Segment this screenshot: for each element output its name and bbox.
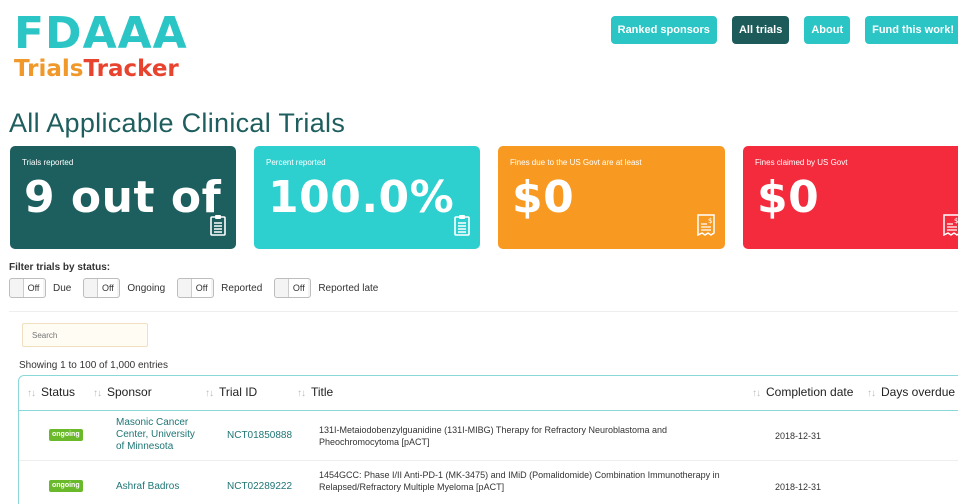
sort-icon: ↑↓ — [27, 388, 36, 399]
status-badge: ongoing — [49, 429, 83, 441]
column-header-trial-id[interactable]: ↑↓ Trial ID — [205, 385, 257, 399]
card-value: $0 — [512, 172, 575, 223]
column-header-title[interactable]: ↑↓ Title — [297, 385, 333, 399]
sort-icon: ↑↓ — [867, 388, 876, 399]
sponsor-link[interactable]: Ashraf Badros — [116, 481, 206, 493]
filter-due: Off Due — [9, 278, 71, 298]
reported-late-toggle[interactable]: Off — [274, 278, 312, 298]
svg-text:$: $ — [954, 217, 958, 225]
nav-fund-button[interactable]: Fund this work! — [865, 16, 958, 44]
trial-id-link[interactable]: NCT02289222 — [227, 481, 292, 492]
nav-about-button[interactable]: About — [804, 16, 851, 44]
card-value: $0 — [757, 172, 820, 223]
filter-label: Ongoing — [127, 282, 166, 294]
sort-icon: ↑↓ — [297, 388, 306, 399]
card-label: Fines due to the US Govt are at least — [510, 158, 642, 167]
logo-subtitle: TrialsTracker — [14, 56, 179, 82]
card-fines-due: Fines due to the US Govt are at least $0… — [498, 146, 725, 249]
filter-reported: Off Reported — [177, 278, 262, 298]
reported-toggle[interactable]: Off — [177, 278, 215, 298]
svg-text:$: $ — [708, 217, 712, 225]
logo-wordmark: FDAAA — [14, 8, 188, 59]
card-value: 100.0% — [268, 172, 455, 223]
card-percent-reported: Percent reported 100.0% — [254, 146, 480, 249]
due-toggle[interactable]: Off — [9, 278, 46, 298]
filter-ongoing: Off Ongoing — [83, 278, 165, 298]
table-row: ongoing Masonic Cancer Center, Universit… — [19, 411, 958, 461]
column-header-status[interactable]: ↑↓ Status — [27, 385, 75, 399]
divider — [9, 311, 958, 312]
card-label: Fines claimed by US Govt — [755, 158, 848, 167]
filter-label: Reported late — [318, 282, 379, 294]
nav-all-trials-button[interactable]: All trials — [731, 16, 790, 44]
sort-icon: ↑↓ — [93, 388, 102, 399]
filter-reported-late: Off Reported late — [274, 278, 378, 298]
card-value: 9 out of 9 — [24, 172, 236, 223]
receipt-icon: $ — [943, 214, 958, 241]
trials-table: ↑↓ Status ↑↓ Sponsor ↑↓ Trial ID ↑↓ Title ↑↓… — [18, 375, 958, 504]
status-filters: Off Due Off Ongoing Off Reported Off Rep… — [9, 278, 390, 298]
card-trials-reported: Trials reported 9 out of 9 — [10, 146, 236, 249]
card-label: Trials reported — [22, 158, 74, 167]
card-fines-claimed: Fines claimed by US Govt $0 $ — [743, 146, 958, 249]
page-title: All Applicable Clinical Trials — [9, 108, 346, 138]
filter-title: Filter trials by status: — [9, 262, 111, 273]
nav-ranked-sponsors-button[interactable]: Ranked sponsors — [610, 16, 717, 44]
sponsor-link[interactable]: Masonic Cancer Center, University of Min… — [116, 417, 206, 453]
trial-title: 131I-Metaiodobenzylguanidine (131I-MIBG)… — [319, 425, 668, 447]
search-input[interactable] — [22, 323, 148, 347]
receipt-icon: $ — [697, 214, 715, 241]
logo[interactable]: FDAAA TrialsTracker — [14, 8, 188, 83]
trial-id-link[interactable]: NCT01850888 — [227, 430, 292, 441]
column-header-sponsor[interactable]: ↑↓ Sponsor — [93, 385, 152, 399]
entries-info: Showing 1 to 100 of 1,000 entries — [19, 360, 168, 371]
clipboard-icon — [210, 214, 226, 241]
table-header: ↑↓ Status ↑↓ Sponsor ↑↓ Trial ID ↑↓ Title ↑↓… — [19, 376, 958, 411]
top-nav: Ranked sponsors All trials About Fund th… — [596, 16, 958, 44]
completion-date: 2018-12-31 — [775, 431, 822, 441]
filter-label: Reported — [221, 282, 263, 294]
status-badge: ongoing — [49, 480, 83, 492]
sort-icon: ↑↓ — [752, 388, 761, 399]
card-label: Percent reported — [266, 158, 326, 167]
column-header-completion-date[interactable]: ↑↓ Completion date — [752, 385, 853, 399]
table-row: ongoing Ashraf Badros NCT02289222 1454GC… — [19, 462, 958, 504]
filter-label: Due — [53, 282, 72, 294]
sort-icon: ↑↓ — [205, 388, 214, 399]
column-header-days-overdue[interactable]: ↑↓ Days overdue — [867, 385, 955, 399]
trial-title: 1454GCC: Phase I/II Anti-PD-1 (MK-3475) … — [319, 470, 720, 492]
ongoing-toggle[interactable]: Off — [83, 278, 121, 298]
completion-date: 2018-12-31 — [775, 482, 822, 492]
clipboard-icon — [454, 214, 470, 241]
